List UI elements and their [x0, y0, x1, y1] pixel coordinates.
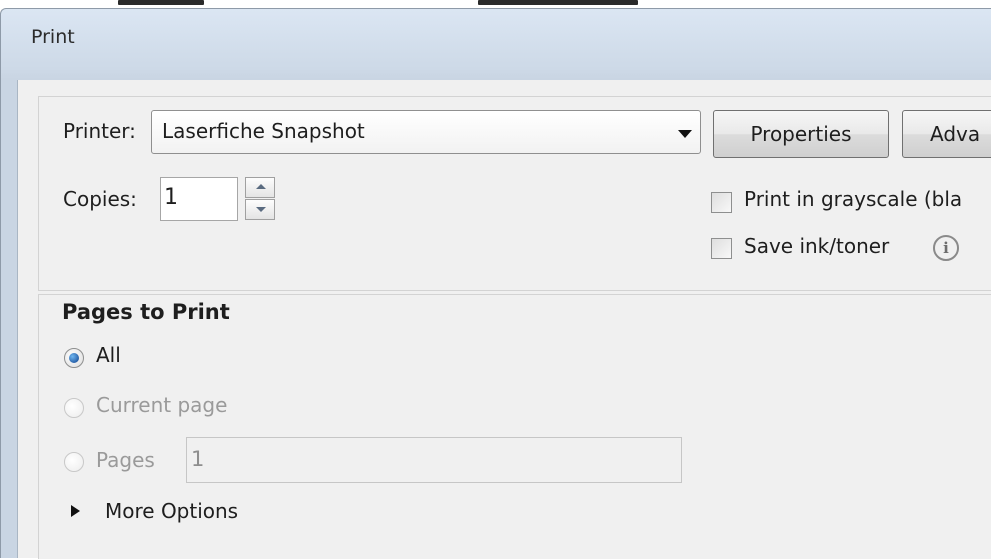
radio-all-label[interactable]: All — [96, 343, 121, 367]
printer-select[interactable]: Laserfiche Snapshot — [151, 110, 701, 154]
copies-input[interactable]: 1 — [160, 177, 238, 221]
radio-current-page-label[interactable]: Current page — [96, 393, 227, 417]
properties-button[interactable]: Properties — [713, 110, 889, 158]
stepper-down-icon[interactable] — [245, 199, 275, 220]
advanced-button[interactable]: Adva — [902, 110, 991, 158]
printer-label: Printer: — [63, 119, 136, 143]
background-text-fragment — [478, 0, 638, 5]
save-ink-checkbox[interactable] — [711, 238, 732, 259]
save-ink-label: Save ink/toner — [744, 234, 890, 258]
pages-range-input[interactable]: 1 — [186, 437, 682, 483]
copies-label: Copies: — [63, 187, 137, 211]
info-icon[interactable]: i — [933, 235, 959, 261]
more-options-toggle[interactable]: More Options — [105, 499, 238, 523]
grayscale-checkbox[interactable] — [711, 192, 732, 213]
radio-pages-label[interactable]: Pages — [96, 448, 155, 472]
grayscale-label: Print in grayscale (bla — [744, 187, 963, 211]
radio-pages[interactable] — [64, 452, 84, 472]
stepper-up-icon[interactable] — [245, 177, 275, 198]
copies-stepper[interactable] — [245, 177, 275, 221]
printer-select-value: Laserfiche Snapshot — [162, 119, 365, 143]
radio-current-page[interactable] — [64, 398, 84, 418]
chevron-down-icon[interactable] — [678, 130, 692, 138]
dialog-title: Print — [31, 26, 75, 48]
pages-to-print-heading: Pages to Print — [62, 300, 230, 324]
background-text-fragment — [118, 0, 204, 5]
expand-triangle-icon[interactable] — [71, 505, 80, 517]
radio-all[interactable] — [64, 348, 84, 368]
